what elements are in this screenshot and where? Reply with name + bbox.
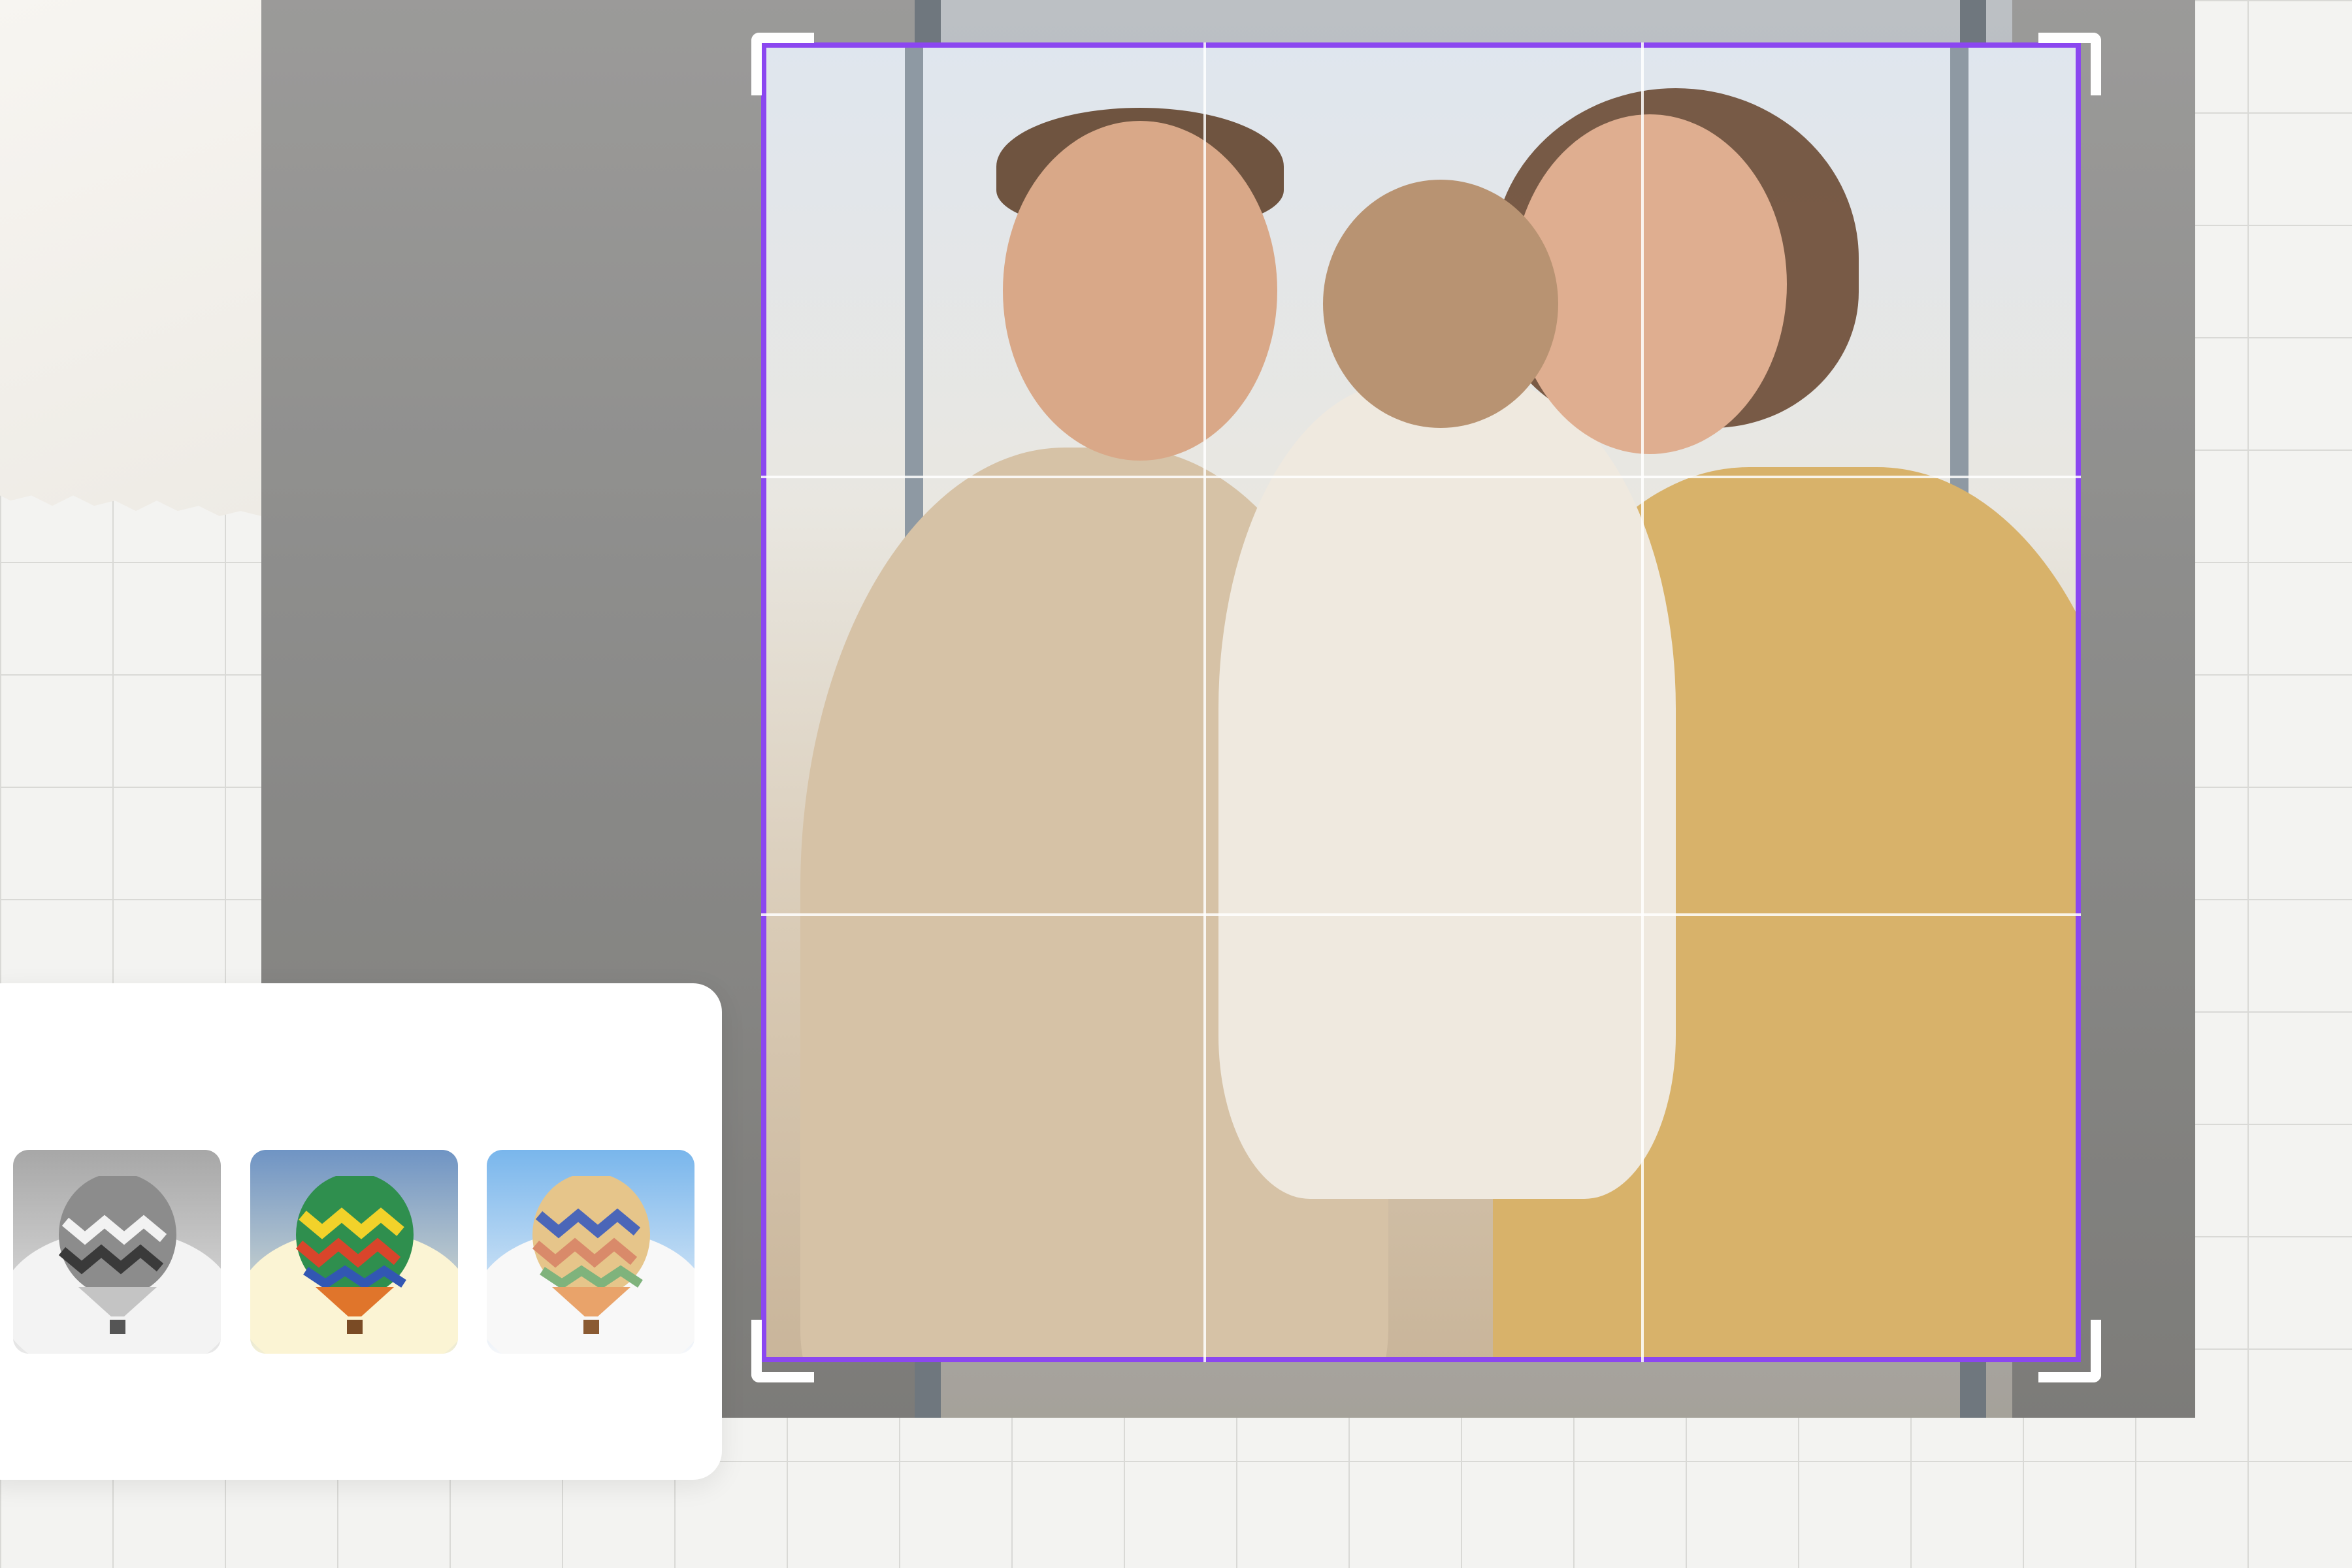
- crop-frame[interactable]: [761, 42, 2081, 1362]
- hot-air-balloon-icon: [532, 1176, 650, 1334]
- crop-handle-bottom-right[interactable]: [2038, 1320, 2101, 1382]
- crop-handle-top-left[interactable]: [751, 33, 814, 95]
- vivid-filter-thumbnail[interactable]: [250, 1150, 458, 1354]
- crop-grid-line-h1: [761, 476, 2081, 478]
- crop-handle-top-right[interactable]: [2038, 33, 2101, 95]
- crop-grid-line-h2: [761, 913, 2081, 916]
- hot-air-balloon-icon: [295, 1176, 414, 1334]
- crop-grid-line-v2: [1641, 42, 1644, 1362]
- crop-handle-bottom-left[interactable]: [751, 1320, 814, 1382]
- pastel-filter-thumbnail[interactable]: [487, 1150, 694, 1354]
- crop-grid-line-v1: [1203, 42, 1206, 1362]
- torn-paper-sheet: [0, 0, 261, 516]
- hot-air-balloon-icon: [58, 1176, 176, 1334]
- grayscale-filter-thumbnail[interactable]: [13, 1150, 221, 1354]
